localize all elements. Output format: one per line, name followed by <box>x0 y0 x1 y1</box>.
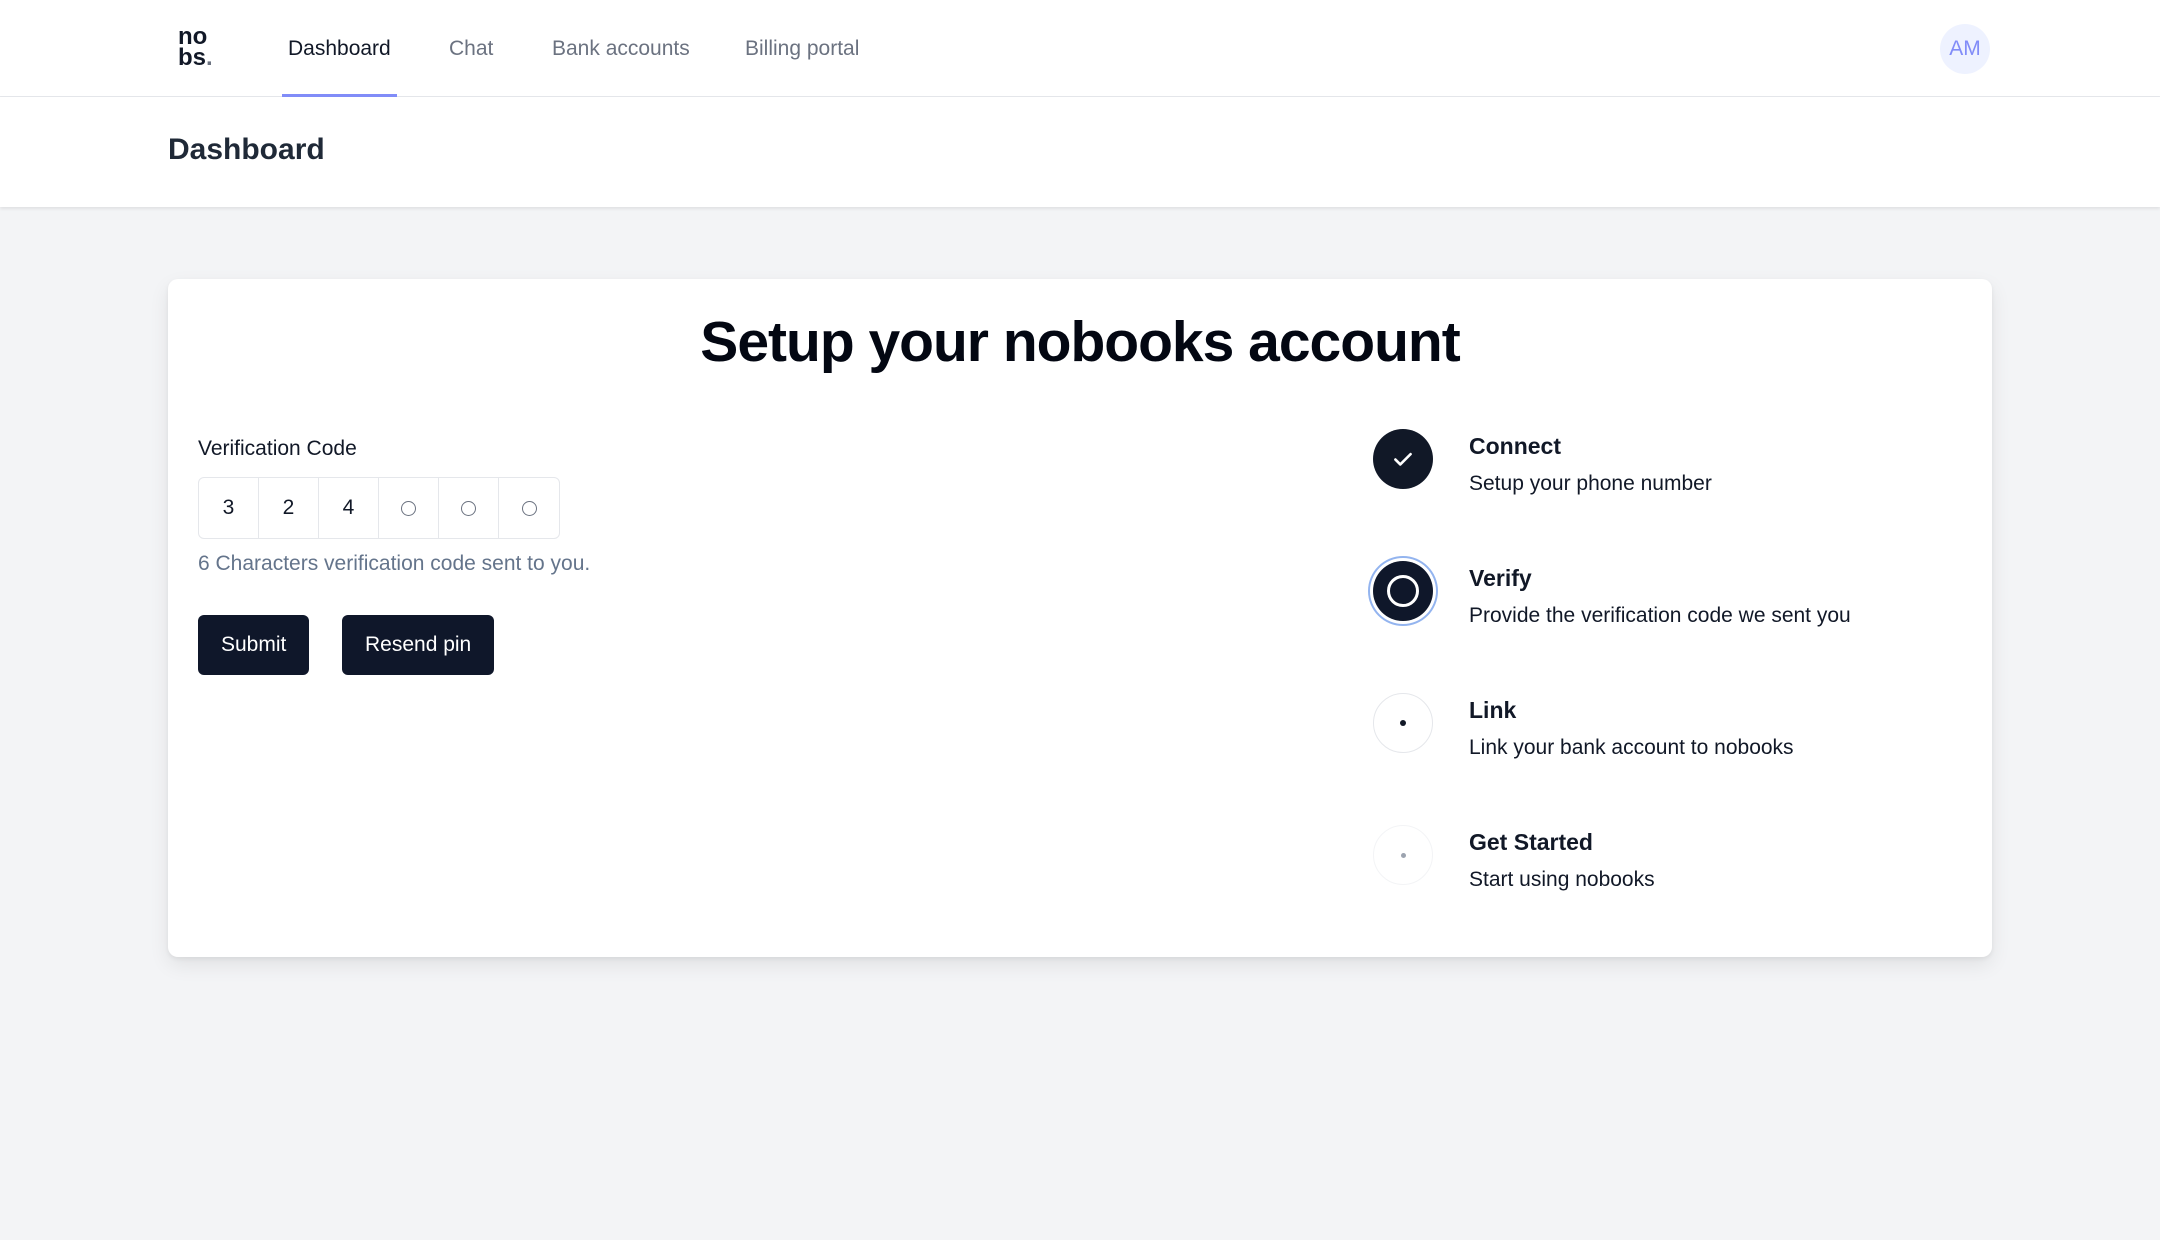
setup-title: Setup your nobooks account <box>700 310 1460 374</box>
logo-dot: . <box>206 44 213 71</box>
step-current-indicator <box>1373 561 1433 621</box>
nav-link-billing-portal[interactable]: Billing portal <box>739 0 865 97</box>
code-digit-3[interactable]: 4 <box>319 478 379 538</box>
verification-code-input: 3 2 4 <box>198 477 560 539</box>
code-digit-5[interactable] <box>439 478 499 538</box>
step-title: Get Started <box>1469 829 1593 855</box>
code-digit-6[interactable] <box>499 478 559 538</box>
verification-hint: 6 Characters verification code sent to y… <box>198 552 591 575</box>
logo-line-2: bs <box>178 44 207 71</box>
step-description: Setup your phone number <box>1469 472 1712 495</box>
step-complete-indicator <box>1373 429 1433 489</box>
page-title: Dashboard <box>168 133 325 166</box>
resend-pin-button[interactable]: Resend pin <box>342 615 495 675</box>
step-description: Start using nobooks <box>1469 868 1655 891</box>
top-navbar: no bs. Dashboard Chat Bank accounts Bill… <box>0 0 2160 97</box>
verification-code-label: Verification Code <box>198 437 357 460</box>
ring-icon <box>1387 575 1419 607</box>
nobs-logo[interactable]: no bs. <box>178 25 213 71</box>
code-digit-4[interactable] <box>379 478 439 538</box>
nav-link-dashboard[interactable]: Dashboard <box>282 0 397 97</box>
step-description: Provide the verification code we sent yo… <box>1469 604 1851 627</box>
code-digit-2[interactable]: 2 <box>259 478 319 538</box>
step-title: Connect <box>1469 433 1561 459</box>
dot-icon <box>1400 720 1406 726</box>
check-icon <box>1394 452 1412 466</box>
step-title: Link <box>1469 697 1517 723</box>
nav-link-chat[interactable]: Chat <box>443 0 499 97</box>
page-header: Dashboard <box>0 97 2160 207</box>
nav-link-bank-accounts[interactable]: Bank accounts <box>546 0 696 97</box>
empty-digit-icon <box>401 500 416 516</box>
step-description: Link your bank account to nobooks <box>1469 736 1794 759</box>
step-title: Verify <box>1469 565 1532 591</box>
step-upcoming-indicator <box>1373 693 1433 753</box>
empty-digit-icon <box>461 500 476 516</box>
empty-digit-icon <box>521 500 537 516</box>
dot-icon <box>1400 852 1406 858</box>
step-upcoming-indicator <box>1373 825 1433 885</box>
submit-button[interactable]: Submit <box>198 615 310 675</box>
setup-card: Setup your nobooks account Verification … <box>168 279 1992 957</box>
user-avatar[interactable]: AM <box>1940 24 1990 74</box>
code-digit-1[interactable]: 3 <box>199 478 259 538</box>
